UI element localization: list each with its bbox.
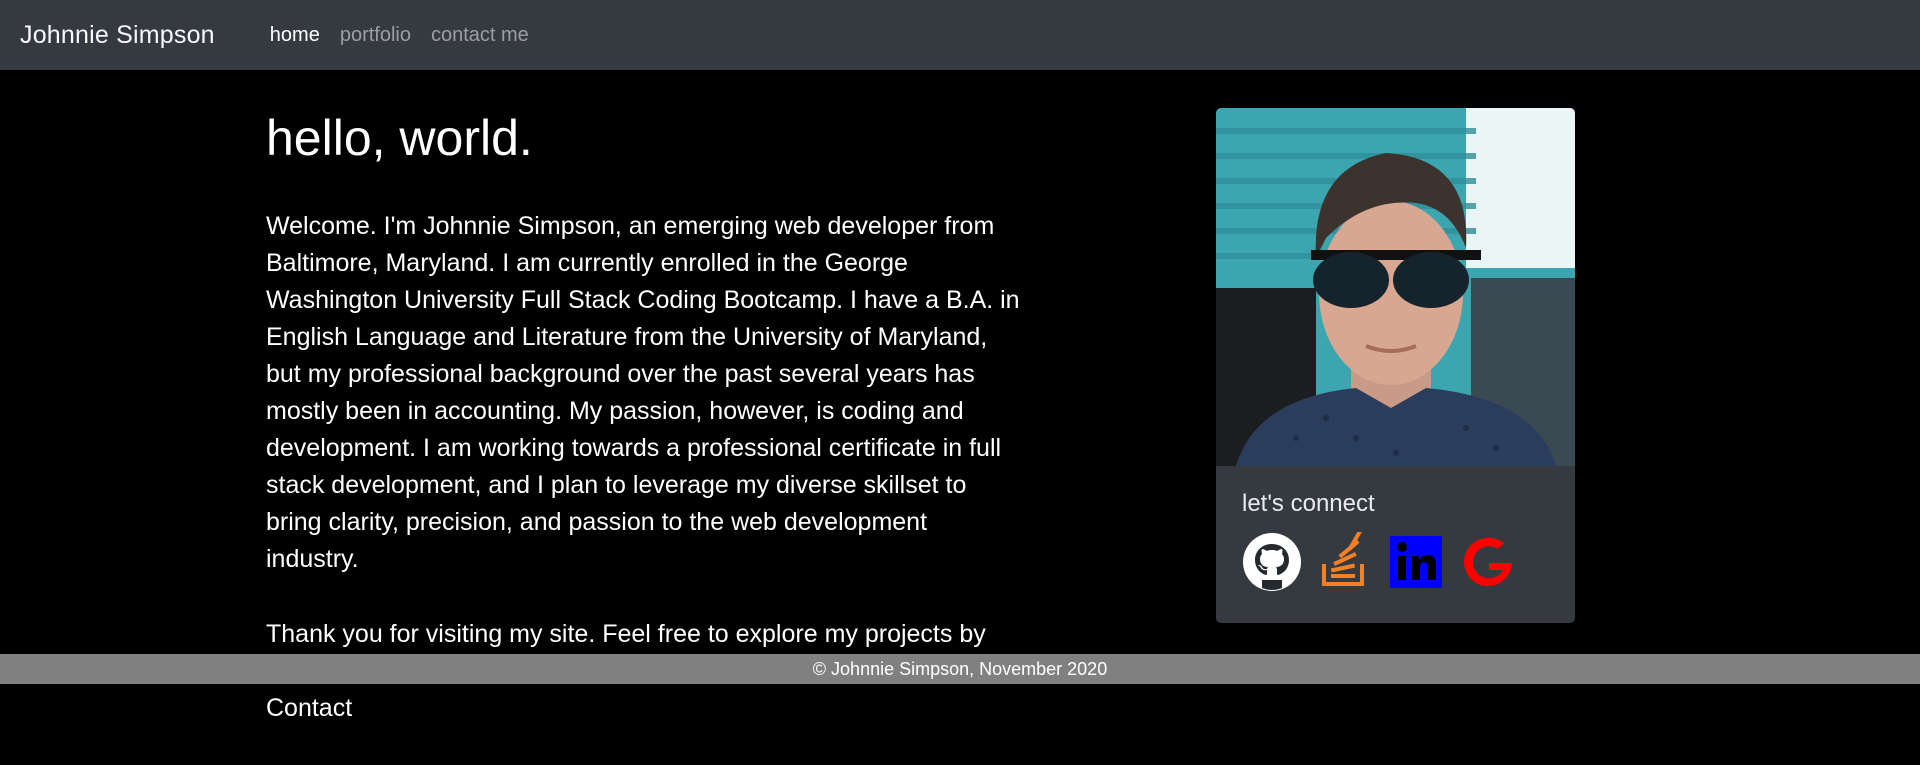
navbar: Johnnie Simpson home portfolio contact m… bbox=[0, 0, 1920, 70]
google-icon[interactable] bbox=[1458, 532, 1518, 592]
profile-photo bbox=[1216, 108, 1575, 466]
nav-link-portfolio[interactable]: portfolio bbox=[340, 24, 411, 47]
linkedin-icon[interactable] bbox=[1386, 532, 1446, 592]
brand-name[interactable]: Johnnie Simpson bbox=[20, 21, 215, 50]
social-icons bbox=[1242, 529, 1549, 592]
stackoverflow-icon[interactable] bbox=[1314, 529, 1374, 592]
github-icon[interactable] bbox=[1242, 532, 1302, 592]
connect-section: let's connect bbox=[1216, 466, 1575, 616]
intro-paragraph: Welcome. I'm Johnnie Simpson, an emergin… bbox=[266, 212, 1020, 573]
nav-link-home[interactable]: home bbox=[270, 24, 320, 47]
connect-title: let's connect bbox=[1242, 490, 1375, 517]
page-title: hello, world. bbox=[266, 110, 533, 166]
profile-card: let's connect bbox=[1216, 108, 1575, 623]
nav-links: home portfolio contact me bbox=[270, 24, 529, 47]
footer: © Johnnie Simpson, November 2020 bbox=[0, 654, 1920, 684]
nav-link-contact[interactable]: contact me bbox=[431, 24, 529, 47]
